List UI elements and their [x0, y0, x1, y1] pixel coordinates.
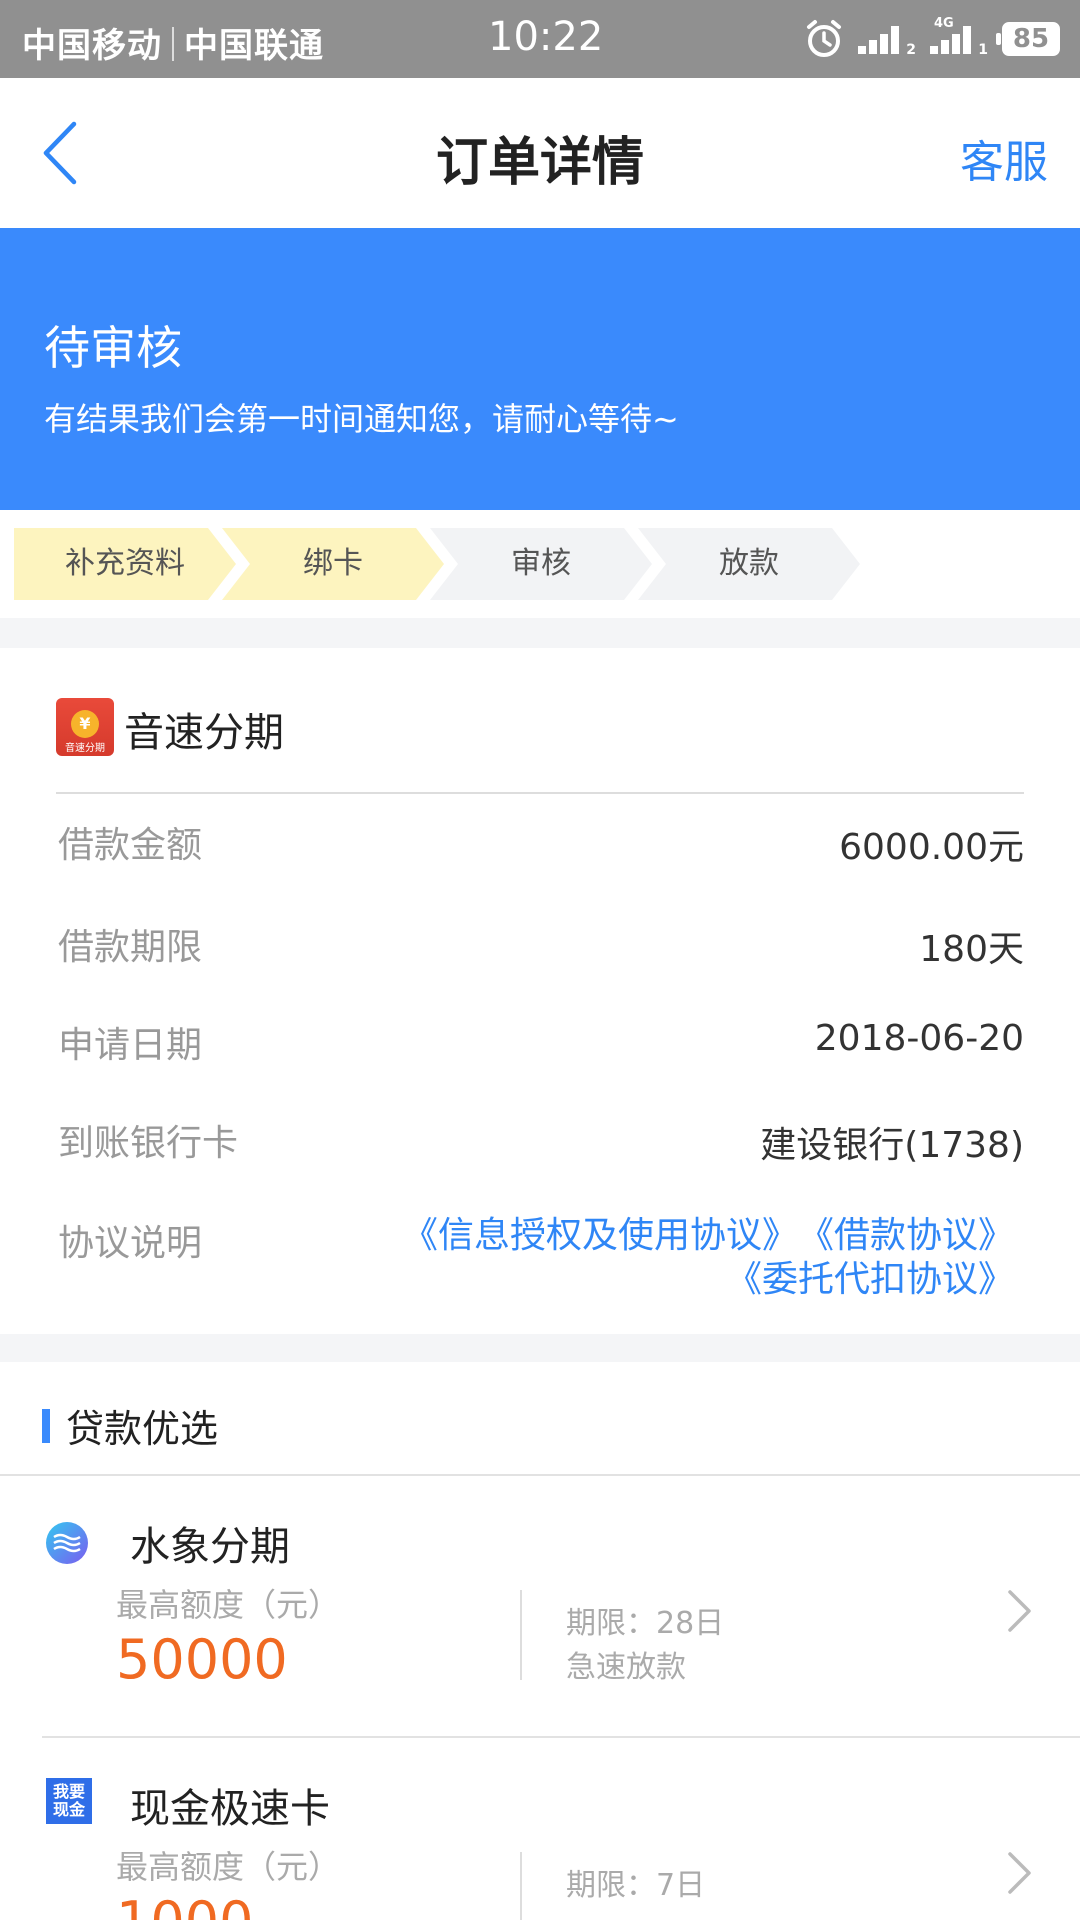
product-name: 水象分期 — [130, 1524, 290, 1570]
status-title: 待审核 — [44, 321, 182, 375]
loan-recommend-section: 贷款优选 水象分期 最高额度（元） 50000 期限：28日 急速放款 我要 现… — [0, 1362, 1080, 1920]
signal-2-sub: 1 — [978, 42, 988, 58]
product-feature: 急速放款 — [566, 1650, 686, 1685]
alarm-icon — [807, 20, 841, 57]
loan-amount-value: 6000.00元 — [839, 827, 1024, 868]
bank-card-label: 到账银行卡 — [58, 1123, 239, 1164]
product-term: 期限：7日 — [566, 1868, 706, 1903]
nav-bar: 订单详情 客服 — [0, 78, 1080, 228]
loan-amount-label: 借款金额 — [58, 825, 203, 866]
section-accent-bar — [42, 1409, 50, 1443]
step-disburse: 放款 — [638, 528, 860, 600]
divider — [520, 1590, 522, 1680]
chevron-right-icon — [1008, 1590, 1031, 1632]
progress-steps: 补充资料 绑卡 审核 放款 — [0, 510, 1080, 618]
product-limit-label: 最高额度（元） — [116, 1586, 341, 1624]
network-type: 4G — [934, 16, 954, 31]
order-detail-card: ¥ 音速分期 音速分期 借款金额 6000.00元 借款期限 180天 申请日期… — [0, 648, 1080, 1334]
step-label: 绑卡 — [303, 546, 363, 581]
lender-logo-text: 音速分期 — [65, 743, 105, 754]
loan-term-label: 借款期限 — [58, 927, 203, 968]
step-supplement-info: 补充资料 — [14, 528, 236, 600]
apply-date-label: 申请日期 — [58, 1025, 203, 1066]
carrier-info: 中国移动 中国联通 — [22, 18, 324, 67]
section-header: 贷款优选 — [0, 1362, 1080, 1476]
signal-icon-1: 2 — [858, 20, 916, 58]
product-name: 现金极速卡 — [130, 1786, 330, 1832]
customer-service-button[interactable]: 客服 — [960, 126, 1048, 190]
product-max-amount: 1000 — [116, 1890, 253, 1920]
cash-card-logo-icon: 我要 现金 — [46, 1778, 92, 1824]
divider — [520, 1852, 522, 1920]
step-label: 放款 — [719, 546, 779, 581]
divider — [42, 1736, 1080, 1738]
product-item-shuixiang[interactable]: 水象分期 最高额度（元） 50000 期限：28日 急速放款 — [0, 1478, 1080, 1738]
status-description: 有结果我们会第一时间通知您，请耐心等待~ — [44, 400, 679, 438]
lender-name: 音速分期 — [124, 710, 284, 756]
shuixiang-logo-icon — [46, 1522, 88, 1564]
lender-logo-symbol: ¥ — [71, 710, 99, 738]
product-item-cash-card[interactable]: 我要 现金 现金极速卡 最高额度（元） 1000 期限：7日 — [0, 1740, 1080, 1920]
entrusted-deduction-agreement-link[interactable]: 《委托代扣协议》 — [726, 1258, 1014, 1302]
status-time: 10:22 — [488, 14, 604, 60]
step-label: 补充资料 — [65, 546, 185, 581]
status-icons: 2 4G 1 85 — [804, 16, 1060, 62]
battery-icon: 85 — [996, 22, 1060, 56]
divider — [56, 792, 1024, 794]
carrier-separator — [172, 27, 174, 61]
step-label: 审核 — [511, 546, 571, 581]
status-banner: 待审核 有结果我们会第一时间通知您，请耐心等待~ — [0, 228, 1080, 510]
product-max-amount: 50000 — [116, 1628, 288, 1691]
signal-1-sub: 2 — [906, 42, 916, 58]
apply-date-value: 2018-06-20 — [814, 1018, 1024, 1059]
step-review: 审核 — [430, 528, 652, 600]
info-authorization-agreement-link[interactable]: 《信息授权及使用协议》 — [402, 1214, 798, 1258]
logo-text-top: 我要 — [52, 1782, 85, 1801]
carrier-1: 中国移动 — [22, 26, 162, 66]
section-title: 贷款优选 — [66, 1407, 219, 1451]
step-bind-card: 绑卡 — [222, 528, 444, 600]
loan-agreement-link[interactable]: 《借款协议》 — [798, 1214, 1014, 1258]
bank-card-value: 建设银行(1738) — [760, 1125, 1024, 1166]
chevron-right-icon — [1008, 1852, 1031, 1894]
agreement-links: 《信息授权及使用协议》《借款协议》 《委托代扣协议》 — [402, 1214, 1014, 1302]
page-title: 订单详情 — [435, 133, 644, 193]
product-limit-label: 最高额度（元） — [116, 1848, 341, 1886]
agreement-label: 协议说明 — [58, 1223, 203, 1264]
logo-text-bottom: 现金 — [52, 1800, 85, 1819]
loan-term-value: 180天 — [919, 929, 1024, 970]
lender-logo: ¥ 音速分期 — [56, 698, 114, 756]
product-term: 期限：28日 — [566, 1606, 725, 1641]
status-bar: 中国移动 中国联通 10:22 2 4G 1 85 — [0, 0, 1080, 78]
carrier-2: 中国联通 — [184, 26, 324, 66]
signal-icon-2: 4G 1 — [930, 16, 988, 58]
